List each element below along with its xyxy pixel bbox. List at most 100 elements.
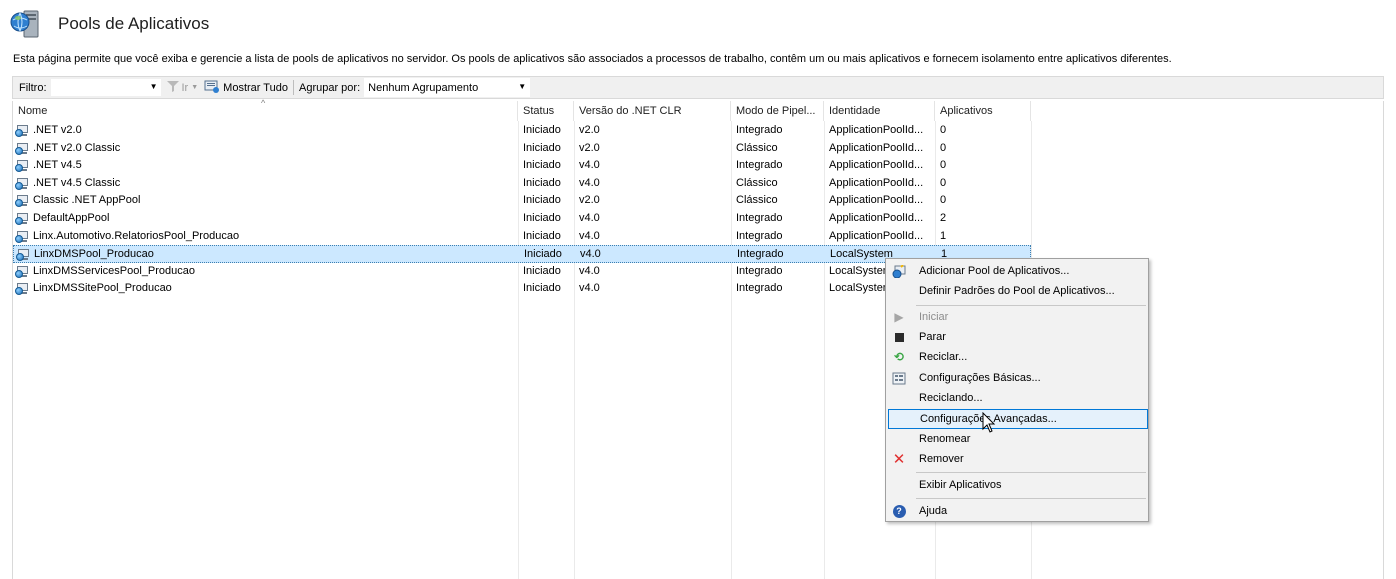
cell-clr: v4.0 [579, 159, 600, 172]
app-pool-icon [16, 248, 31, 262]
stop-icon [891, 330, 907, 344]
column-header-status[interactable]: Status [518, 101, 574, 121]
cell-apps: 0 [940, 124, 947, 136]
cell-identity: ApplicationPoolId... [829, 194, 924, 207]
cell-clr: v4.0 [579, 176, 600, 189]
menu-item-remove[interactable]: ✕ Remover [888, 449, 1148, 469]
column-header-name[interactable]: Nome [13, 101, 518, 121]
app-pool-icon [15, 282, 30, 296]
cell-clr: v4.0 [579, 229, 600, 242]
cell-name: .NET v4.5 Classic [33, 176, 121, 189]
cell-name: .NET v2.0 Classic [33, 141, 121, 154]
menu-item-start[interactable]: ▶ Iniciar [888, 307, 1148, 327]
column-header-clr[interactable]: Versão do .NET CLR [574, 101, 731, 121]
cell-name: DefaultAppPool [33, 212, 110, 224]
table-row[interactable]: DefaultAppPool Iniciado v4.0 Integrado Appli… [13, 210, 1031, 228]
recycle-icon: ⟲ [893, 350, 905, 364]
cell-status: Iniciado [523, 229, 561, 242]
cell-clr: v2.0 [579, 124, 600, 136]
column-header-identity[interactable]: Identidade [824, 101, 935, 121]
settings-icon [891, 371, 907, 385]
table-row[interactable]: Classic .NET AppPool Iniciado v2.0 Clássico… [13, 192, 1031, 210]
cell-pipeline: Integrado [737, 248, 784, 261]
app-pools-table: ^ Nome Status Versão do .NET CLR Modo de… [12, 98, 1384, 579]
toolbar-separator [292, 80, 294, 95]
group-by-select[interactable]: Nenhum Agrupamento ▼ [364, 78, 531, 97]
cell-status: Iniciado [523, 264, 561, 277]
play-icon: ▶ [894, 310, 904, 324]
menu-item-view-applications[interactable]: Exibir Aplicativos [888, 475, 1148, 495]
app-pool-icon [15, 194, 30, 208]
cell-clr: v4.0 [579, 282, 600, 295]
cell-status: Iniciado [523, 124, 561, 136]
cell-apps: 0 [940, 141, 947, 154]
menu-item-set-defaults[interactable]: Definir Padrões do Pool de Aplicativos..… [888, 281, 1148, 301]
menu-item-recycle[interactable]: ⟲ Reciclar... [888, 347, 1148, 367]
table-row[interactable]: .NET v2.0 Iniciado v2.0 Integrado Applicatio… [13, 122, 1031, 140]
page-description: Esta página permite que você exiba e ger… [13, 53, 1172, 65]
cell-status: Iniciado [523, 282, 561, 295]
funnel-icon [166, 80, 179, 95]
cell-pipeline: Integrado [736, 159, 783, 172]
page-title: Pools de Aplicativos [58, 14, 210, 33]
cell-clr: v4.0 [579, 264, 600, 277]
menu-item-stop[interactable]: Parar [888, 327, 1148, 347]
help-icon: ? [891, 504, 907, 518]
cell-identity: ApplicationPoolId... [829, 176, 924, 189]
menu-item-advanced-settings[interactable]: Configurações Avançadas... [888, 409, 1148, 429]
cell-pipeline: Integrado [736, 282, 783, 295]
menu-separator [916, 472, 1146, 473]
go-label: Ir [181, 81, 189, 94]
menu-item-rename[interactable]: Renomear [888, 429, 1148, 449]
column-header-apps[interactable]: Aplicativos [935, 101, 1031, 121]
mouse-cursor-icon [982, 411, 996, 434]
column-header-pipeline[interactable]: Modo de Pipel... [731, 101, 824, 121]
group-value: Nenhum Agrupamento [368, 81, 479, 94]
cell-identity: ApplicationPoolId... [829, 124, 924, 136]
app-pool-icon [15, 124, 30, 137]
cell-identity: ApplicationPoolId... [829, 141, 924, 154]
cell-status: Iniciado [523, 176, 561, 189]
cell-name: .NET v4.5 [33, 159, 82, 172]
cell-status: Iniciado [523, 194, 561, 207]
menu-item-add-pool[interactable]: Adicionar Pool de Aplicativos... [888, 261, 1148, 281]
group-label: Agrupar por: [298, 81, 361, 94]
table-row[interactable]: .NET v4.5 Iniciado v4.0 Integrado Applicatio… [13, 157, 1031, 175]
cell-pipeline: Clássico [736, 194, 778, 207]
cell-clr: v4.0 [580, 248, 601, 261]
page-header: Pools de Aplicativos [10, 6, 209, 42]
cell-clr: v4.0 [579, 212, 600, 224]
show-all-button[interactable]: Mostrar Tudo [204, 80, 288, 96]
show-all-icon [204, 80, 220, 96]
cell-name: Linx.Automotivo.RelatoriosPool_Producao [33, 229, 240, 242]
menu-item-basic-settings[interactable]: Configurações Básicas... [888, 368, 1148, 388]
table-row[interactable]: .NET v4.5 Classic Iniciado v4.0 Clássico App… [13, 175, 1031, 193]
context-menu: Adicionar Pool de Aplicativos... Definir… [885, 258, 1149, 522]
menu-item-help[interactable]: ? Ajuda [888, 501, 1148, 521]
cell-apps: 0 [940, 176, 947, 189]
filter-toolbar: Filtro: ▼ Ir ▼ Mostrar Tudo Agrupar por:… [12, 76, 1384, 99]
cell-pipeline: Integrado [736, 264, 783, 277]
table-row[interactable]: LinxDMSSitePool_Producao Iniciado v4.0 Inte… [13, 280, 1031, 298]
app-pool-icon [15, 212, 30, 225]
table-row[interactable]: .NET v2.0 Classic Iniciado v2.0 Clássico App… [13, 140, 1031, 158]
filter-input[interactable]: ▼ [50, 79, 161, 96]
cell-apps: 1 [940, 229, 947, 242]
cell-name: LinxDMSSitePool_Producao [33, 282, 172, 295]
table-row[interactable]: LinxDMSPool_Producao Iniciado v4.0 Integrad… [13, 245, 1031, 263]
chevron-down-icon: ▼ [191, 84, 199, 91]
menu-item-recycling[interactable]: Reciclando... [888, 388, 1148, 408]
table-row[interactable]: Linx.Automotivo.RelatoriosPool_Producao I… [13, 228, 1031, 246]
cell-identity: ApplicationPoolId... [829, 212, 924, 224]
chevron-down-icon[interactable]: ▼ [150, 82, 158, 91]
cell-clr: v2.0 [579, 141, 600, 154]
go-button[interactable]: Ir ▼ [166, 80, 199, 95]
menu-separator [916, 305, 1146, 306]
show-all-label: Mostrar Tudo [223, 81, 288, 94]
cell-pipeline: Clássico [736, 176, 778, 189]
cell-status: Iniciado [523, 141, 561, 154]
cell-pipeline: Integrado [736, 229, 783, 242]
cell-identity: ApplicationPoolId... [829, 229, 924, 242]
table-row[interactable]: LinxDMSServicesPool_Producao Iniciado v4.0… [13, 263, 1031, 281]
filter-label: Filtro: [19, 81, 47, 94]
